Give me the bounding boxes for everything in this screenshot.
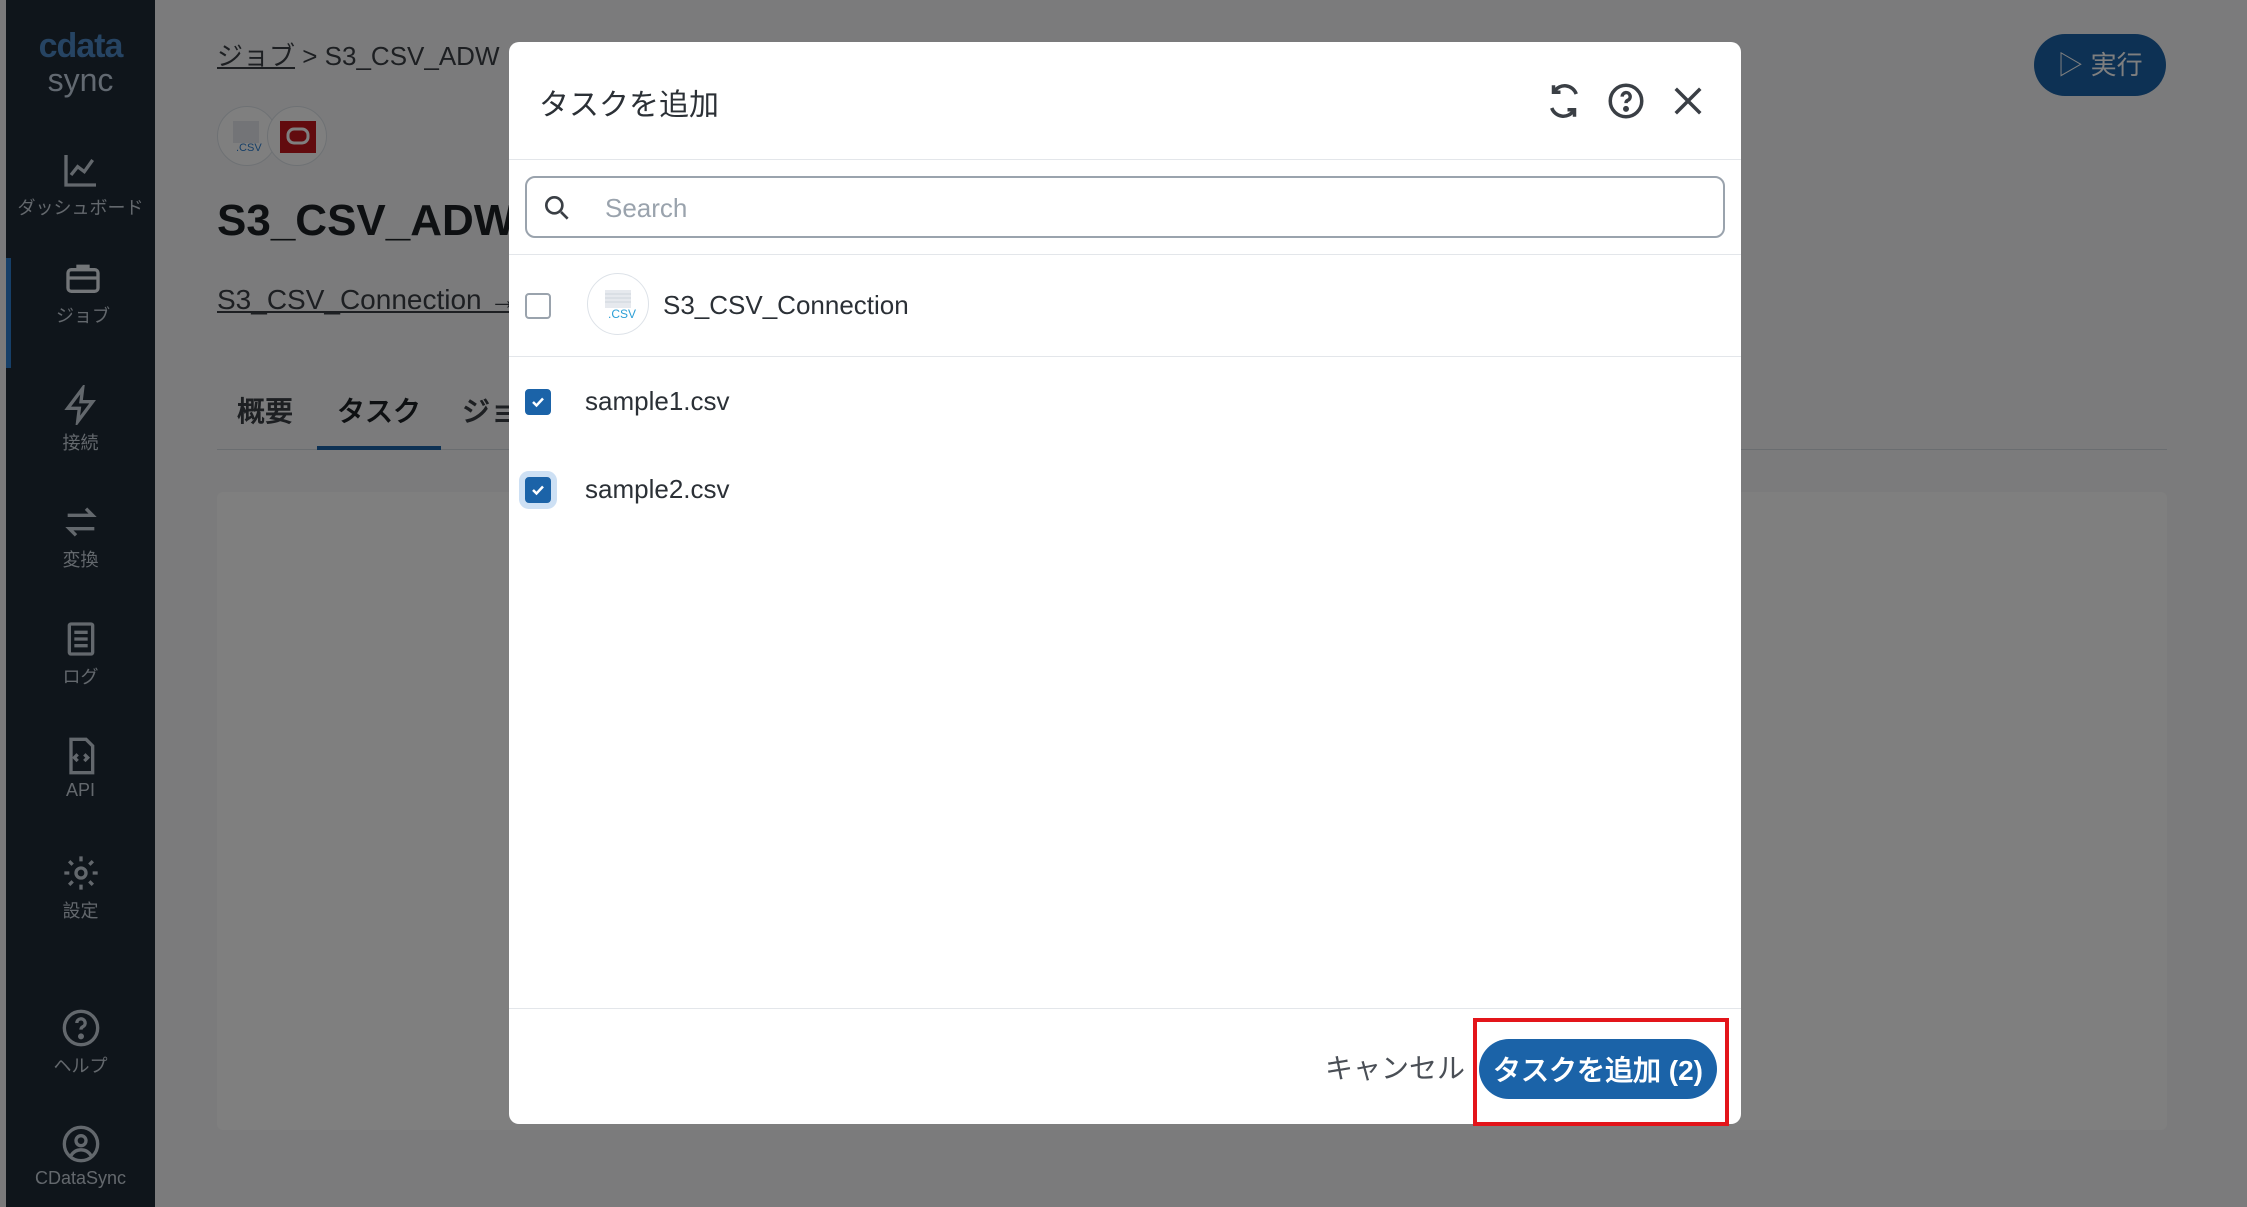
help-icon[interactable] — [1605, 80, 1647, 122]
connection-checkbox[interactable] — [525, 293, 551, 319]
add-task-dialog: タスクを追加 .CSV S3_CSV_Connection sample1.cs… — [509, 42, 1741, 1124]
file-checkbox-sample2[interactable] — [525, 477, 551, 503]
checkmark-icon — [532, 397, 544, 408]
svg-text:.CSV: .CSV — [608, 307, 636, 321]
file-name: sample1.csv — [585, 386, 730, 416]
checkmark-icon — [532, 485, 544, 496]
file-name: sample2.csv — [585, 474, 730, 504]
close-icon[interactable] — [1667, 80, 1709, 122]
file-checkbox-sample1[interactable] — [525, 389, 551, 415]
cancel-button[interactable]: キャンセル — [1325, 1047, 1465, 1087]
connection-name: S3_CSV_Connection — [663, 290, 909, 320]
search-box — [525, 176, 1725, 238]
dialog-title: タスクを追加 — [539, 89, 719, 122]
highlight-annotation — [1473, 1018, 1729, 1126]
list-item: sample1.csv — [509, 362, 1741, 442]
search-input[interactable] — [605, 188, 1705, 228]
dialog-header: タスクを追加 — [509, 42, 1741, 160]
search-icon — [545, 196, 569, 220]
csv-connection-icon: .CSV — [587, 273, 649, 335]
connection-row: .CSV S3_CSV_Connection — [509, 255, 1741, 357]
refresh-icon[interactable] — [1543, 80, 1585, 122]
list-item: sample2.csv — [509, 450, 1741, 530]
